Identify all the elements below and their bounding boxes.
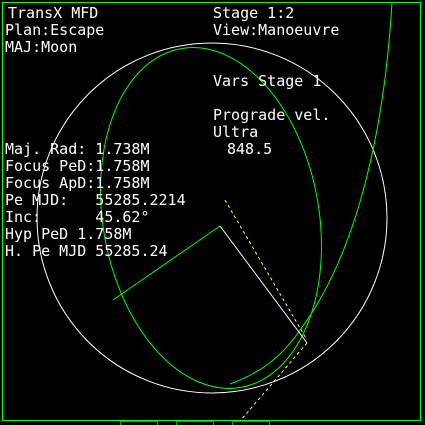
asymptote-line bbox=[224, 199, 308, 341]
mfd-button-2[interactable] bbox=[176, 421, 214, 425]
maj-rad-readout: Maj. Rad: 1.738M bbox=[5, 140, 150, 158]
inclination-readout: Inc: 45.62° bbox=[5, 208, 150, 226]
mfd-button-3[interactable] bbox=[232, 421, 270, 425]
vars-stage-title: Vars Stage 1 bbox=[213, 72, 322, 90]
selected-variable-value: 848.5 bbox=[227, 140, 273, 158]
hyp-ped-readout: Hyp PeD 1.758M bbox=[5, 225, 132, 243]
focus-apd-readout: Focus ApD:1.758M bbox=[5, 174, 150, 192]
app-title: TransX MFD bbox=[8, 4, 99, 22]
adjust-mode: Ultra bbox=[213, 123, 259, 141]
view-label: View:Manoeuvre bbox=[213, 21, 340, 39]
h-pe-mjd-readout: H. Pe MJD 55285.24 bbox=[5, 242, 168, 260]
ejection-direction-line bbox=[219, 225, 308, 344]
pe-mjd-readout: Pe MJD: 55285.2214 bbox=[5, 191, 186, 209]
stage-label: Stage 1:2 bbox=[213, 4, 295, 22]
mfd-button-1[interactable] bbox=[120, 421, 158, 425]
focus-ped-readout: Focus PeD:1.758M bbox=[5, 157, 150, 175]
plan-label: Plan:Escape bbox=[5, 21, 105, 39]
transx-mfd-display: TransX MFD Plan:Escape MAJ:Moon Stage 1:… bbox=[0, 0, 425, 425]
hyperbolic-trajectory bbox=[229, 2, 393, 385]
selected-variable-name: Prograde vel. bbox=[213, 106, 331, 124]
major-body-label: MAJ:Moon bbox=[5, 38, 78, 56]
